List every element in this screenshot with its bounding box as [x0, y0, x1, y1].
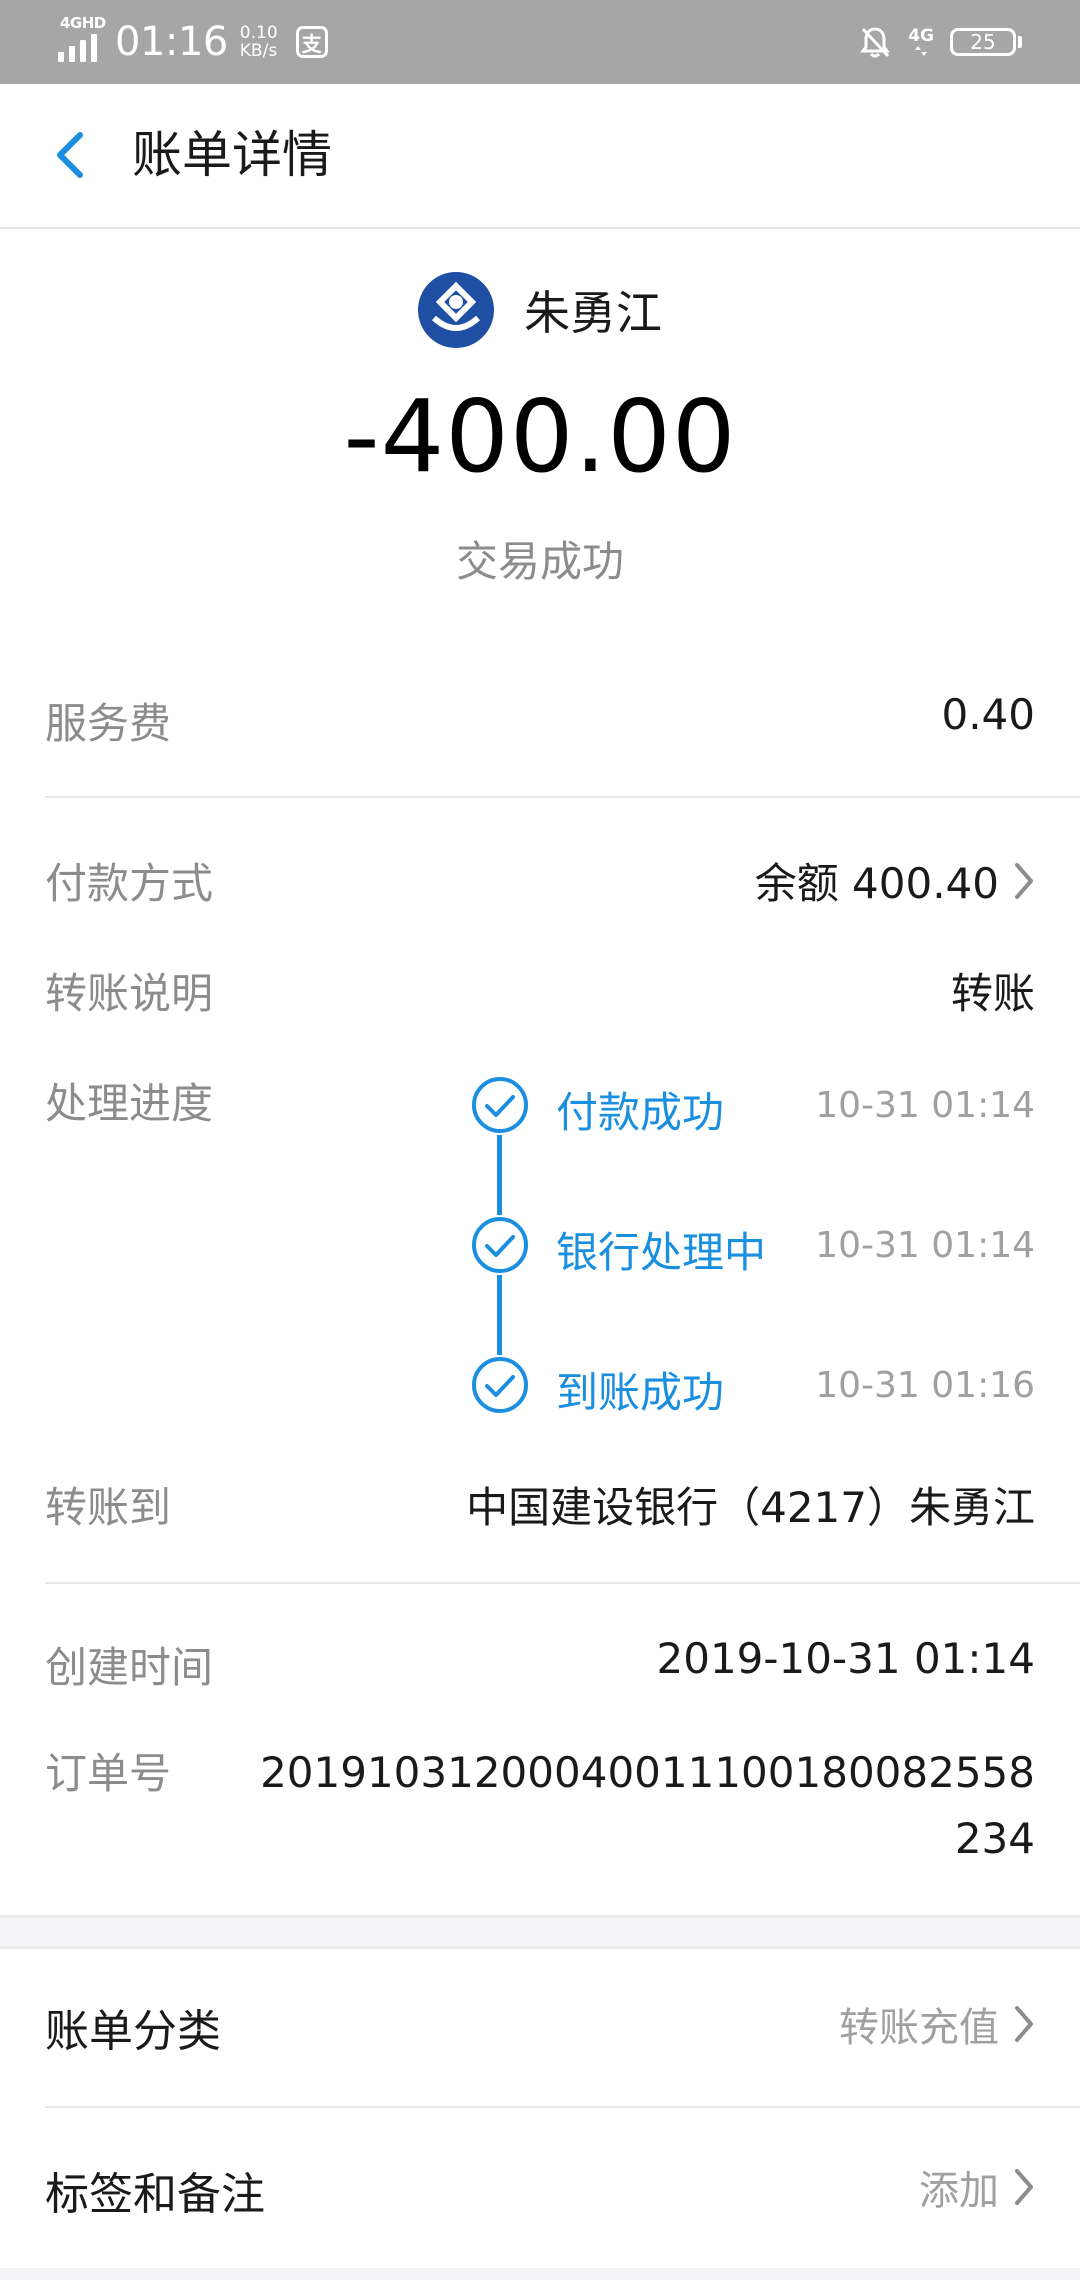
- timeline-step: 到账成功 10-31 01:16: [470, 1355, 1035, 1417]
- speed-unit: KB/s: [239, 41, 278, 61]
- tags-notes-label: 标签和备注: [45, 2169, 265, 2220]
- progress-timeline: 付款成功 10-31 01:14 银行处理中 10-31 01:14 到账成功 …: [470, 1075, 1035, 1417]
- section-separator: [0, 1915, 1080, 1949]
- divider: [45, 2106, 1080, 2108]
- payee-name: 朱勇江: [524, 286, 662, 340]
- order-number-label: 订单号: [45, 1749, 172, 1798]
- service-fee-value: 0.40: [941, 690, 1035, 739]
- order-number-row: 订单号 20191031200040011100180082558234: [45, 1740, 1035, 1880]
- bill-category-value-wrap: 转账充值: [839, 1995, 1035, 2053]
- timeline-step: 银行处理中 10-31 01:14: [470, 1215, 1035, 1277]
- payment-method-value: 余额 400.40: [754, 859, 999, 908]
- tags-notes-value-wrap: 添加: [919, 2158, 1035, 2216]
- transaction-status: 交易成功: [455, 537, 624, 586]
- nav-header: 账单详情: [0, 84, 1080, 229]
- battery-icon: 25: [950, 28, 1022, 56]
- transfer-to-value: 中国建设银行（4217）朱勇江: [466, 1483, 1035, 1532]
- mobile-data-icon: 4G: [908, 27, 934, 57]
- check-circle-icon: [470, 1075, 530, 1135]
- chevron-right-icon: [1015, 2006, 1033, 2042]
- created-time-label: 创建时间: [45, 1643, 214, 1692]
- speed-value: 0.10: [239, 23, 278, 43]
- status-left: 4GHD 01:16 0.10 KB/s 支: [58, 0, 328, 84]
- network-speed: 0.10 KB/s: [240, 24, 278, 60]
- transfer-to-label: 转账到: [45, 1483, 172, 1532]
- bill-category-value: 转账充值: [839, 2005, 999, 2051]
- service-fee-row: 服务费 0.40: [45, 690, 1035, 750]
- created-time-row: 创建时间 2019-10-31 01:14: [45, 1634, 1035, 1694]
- chevron-left-icon: [57, 132, 83, 178]
- payment-method-row[interactable]: 付款方式 余额 400.40: [45, 850, 1035, 910]
- step-label: 银行处理中: [556, 1228, 767, 1277]
- progress-label: 处理进度: [45, 1079, 214, 1128]
- transfer-note-label: 转账说明: [45, 969, 214, 1018]
- status-bar: 4GHD 01:16 0.10 KB/s 支 4G 25: [0, 0, 1080, 84]
- ccb-bank-logo-icon: [418, 272, 494, 348]
- service-fee-label: 服务费: [45, 699, 172, 748]
- status-time: 01:16: [115, 19, 228, 65]
- transfer-to-row: 转账到 中国建设银行（4217）朱勇江: [45, 1474, 1035, 1534]
- step-time: 10-31 01:16: [815, 1365, 1035, 1406]
- network-type: 4GHD: [60, 14, 106, 32]
- payment-method-value-wrap: 余额 400.40: [755, 850, 1035, 911]
- step-time: 10-31 01:14: [815, 1225, 1035, 1266]
- created-time-value: 2019-10-31 01:14: [656, 1634, 1035, 1683]
- check-circle-icon: [470, 1355, 530, 1415]
- transfer-note-row: 转账说明 转账: [45, 960, 1035, 1020]
- mobile-data-label: 4G: [908, 26, 934, 46]
- alipay-notification-icon: 支: [295, 26, 328, 58]
- order-number-value: 20191031200040011100180082558234: [260, 1748, 1035, 1863]
- bell-muted-icon: [860, 27, 891, 58]
- step-label: 到账成功: [556, 1368, 725, 1417]
- status-right: 4G 25: [858, 0, 1022, 84]
- payment-method-label: 付款方式: [45, 859, 214, 908]
- page-title: 账单详情: [132, 126, 332, 184]
- bill-category-label: 账单分类: [45, 2006, 221, 2057]
- chevron-right-icon: [1015, 862, 1033, 899]
- divider: [45, 796, 1080, 798]
- timeline-step: 付款成功 10-31 01:14: [470, 1075, 1035, 1137]
- check-circle-icon: [470, 1215, 530, 1275]
- signal-icon: 4GHD: [58, 14, 106, 62]
- step-time: 10-31 01:14: [815, 1085, 1035, 1126]
- divider: [45, 1582, 1080, 1584]
- battery-level: 25: [970, 30, 996, 54]
- bill-category-row[interactable]: 账单分类 转账充值: [45, 1995, 1035, 2065]
- transaction-amount: -400.00: [343, 378, 737, 495]
- chevron-right-icon: [1015, 2169, 1033, 2205]
- transfer-note-value: 转账: [950, 969, 1035, 1018]
- tags-notes-value: 添加: [919, 2168, 999, 2214]
- payee-summary: 朱勇江: [0, 272, 1080, 348]
- step-label: 付款成功: [556, 1088, 725, 1137]
- bottom-edge: [0, 2268, 1080, 2280]
- tags-notes-row[interactable]: 标签和备注 添加: [45, 2158, 1035, 2228]
- back-button[interactable]: [40, 120, 100, 190]
